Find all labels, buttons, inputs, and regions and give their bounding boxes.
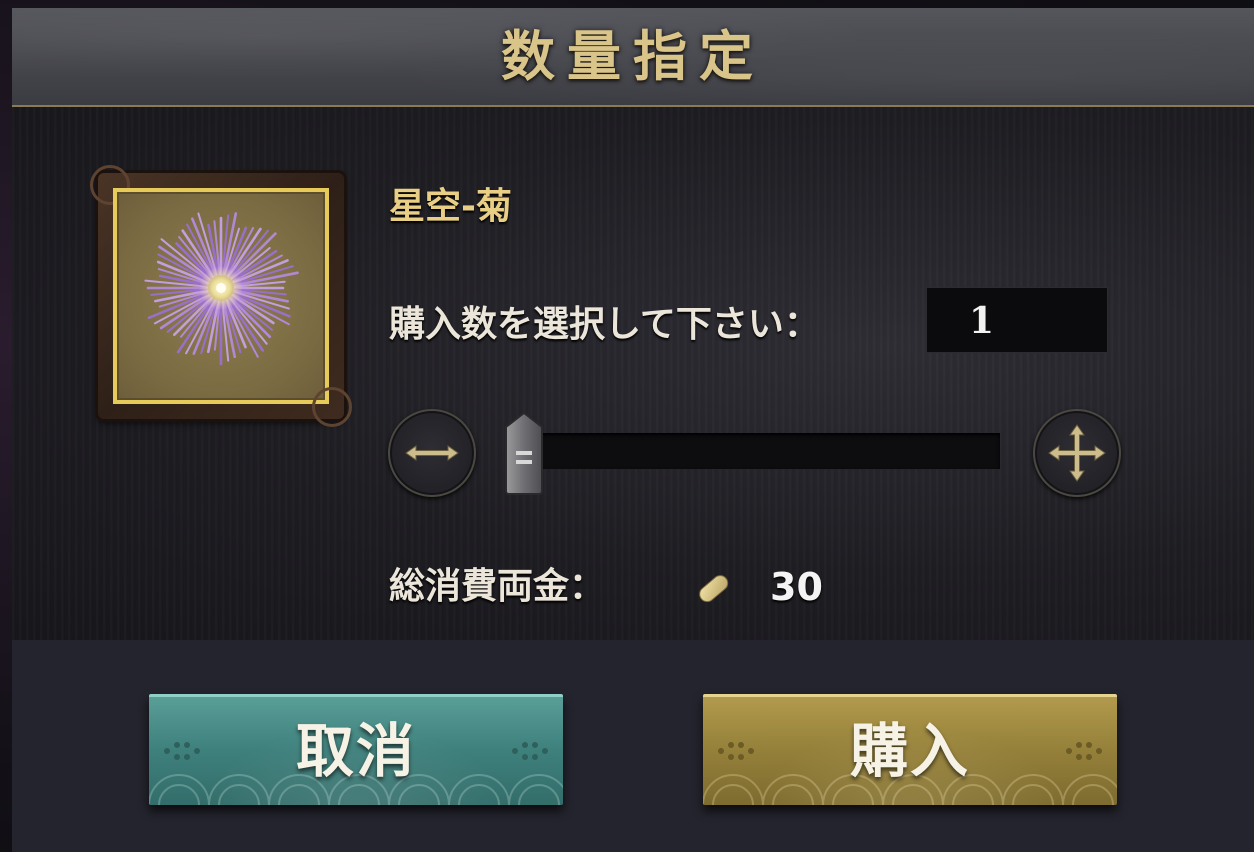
- dialog-header: 数量指定: [12, 8, 1254, 107]
- dialog-title: 数量指定: [501, 24, 765, 88]
- buy-button[interactable]: 購入: [703, 694, 1117, 805]
- quantity-input[interactable]: 1: [926, 287, 1108, 353]
- total-cost-value: 30: [770, 565, 823, 609]
- quantity-label: 購入数を選択して下さい：: [389, 304, 820, 345]
- firework-chrysanthemum-icon: [144, 212, 299, 366]
- quantity-slider-thumb[interactable]: [502, 411, 546, 495]
- dialog-body: 星空-菊 購入数を選択して下さい： 1 総消費両金： 30: [12, 107, 1254, 640]
- quantity-slider-track[interactable]: [522, 433, 1000, 469]
- plus-arrows-icon: [1048, 424, 1106, 482]
- quantity-dialog: 数量指定 星空-菊 購入数を選択して下さい： 1 総消費両金： 30 取消 購入: [12, 8, 1254, 852]
- slider-handle-icon: [505, 411, 543, 495]
- cancel-button-label: 取消: [295, 717, 416, 785]
- decrease-button[interactable]: [388, 409, 476, 497]
- item-tile: [113, 188, 329, 404]
- total-cost-label: 総消費両金：: [389, 566, 606, 607]
- item-frame: [90, 165, 352, 427]
- buy-button-label: 購入: [849, 717, 970, 785]
- increase-button[interactable]: [1033, 409, 1121, 497]
- cancel-button[interactable]: 取消: [149, 694, 563, 805]
- gold-coin-icon: [699, 575, 729, 603]
- item-name: 星空-菊: [389, 186, 512, 227]
- minus-arrow-icon: [405, 445, 459, 461]
